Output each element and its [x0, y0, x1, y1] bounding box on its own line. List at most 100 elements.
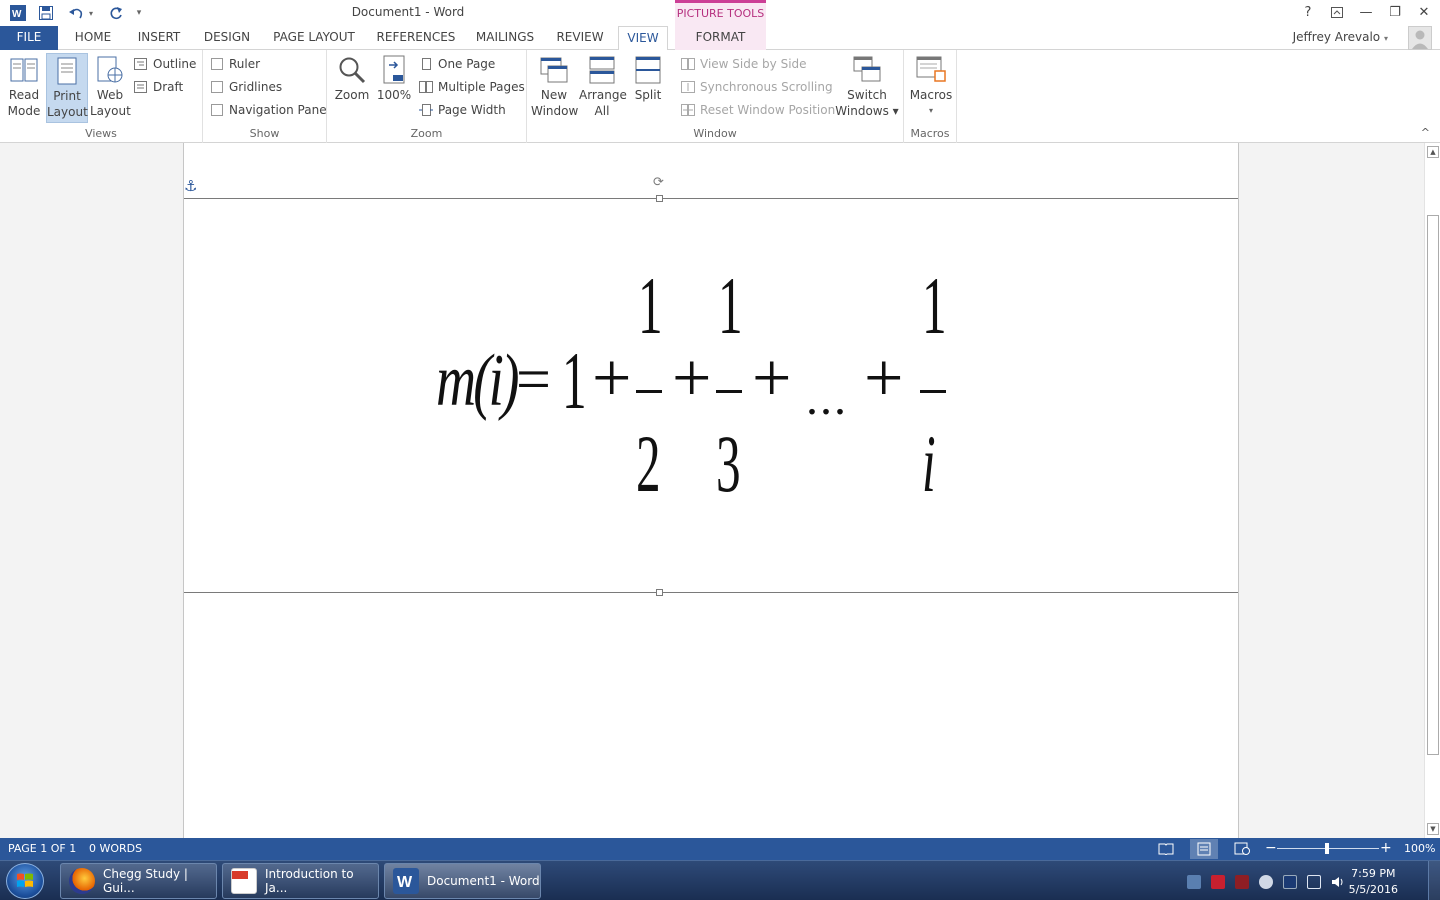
- document-page[interactable]: ⚓ ⟳ m(i) = 1 + 1 2 + 1 3 + ... + 1 i: [183, 143, 1239, 838]
- read-mode-view-icon[interactable]: [1158, 842, 1174, 858]
- formula-denominator-2: 3: [716, 418, 741, 509]
- display-tray-icon[interactable]: [1307, 875, 1321, 889]
- security-tray-icon[interactable]: [1211, 875, 1225, 889]
- view-side-by-side-icon: [681, 58, 695, 70]
- anchor-icon[interactable]: ⚓: [184, 177, 197, 195]
- gridlines-checkbox[interactable]: Gridlines: [211, 77, 282, 97]
- web-layout-button[interactable]: Web Layout: [90, 53, 131, 125]
- macros-button[interactable]: Macros ▾: [908, 53, 954, 125]
- ruler-checkbox[interactable]: Ruler: [211, 54, 260, 74]
- tab-design[interactable]: DESIGN: [198, 26, 256, 50]
- restore-button[interactable]: ❐: [1381, 2, 1409, 22]
- tab-review[interactable]: REVIEW: [550, 26, 610, 50]
- volume-tray-icon[interactable]: [1331, 875, 1345, 889]
- rotate-handle-icon[interactable]: ⟳: [653, 175, 664, 190]
- vertical-scrollbar[interactable]: ▲ ▼: [1424, 143, 1440, 838]
- show-group: Ruler Gridlines Navigation Pane Show: [203, 50, 327, 143]
- arrange-all-icon: [589, 56, 615, 84]
- zoom-level[interactable]: 100%: [1404, 842, 1435, 855]
- taskbar-item-pdf[interactable]: Introduction to Ja...: [222, 863, 379, 899]
- print-layout-button[interactable]: Print Layout: [46, 53, 88, 123]
- tab-home[interactable]: HOME: [66, 26, 120, 50]
- tab-page-layout[interactable]: PAGE LAYOUT: [266, 26, 362, 50]
- read-mode-button[interactable]: Read Mode: [4, 53, 44, 125]
- switch-windows-button[interactable]: Switch Windows ▾: [835, 53, 899, 125]
- new-window-button[interactable]: New Window: [531, 53, 579, 125]
- print-layout-label-1: Print: [53, 89, 81, 103]
- arrange-all-button[interactable]: Arrange All: [579, 53, 627, 125]
- macros-icon: [916, 56, 946, 82]
- tab-references[interactable]: REFERENCES: [372, 26, 460, 50]
- switch-windows-label-2: Windows ▾: [835, 104, 899, 118]
- zoom-slider-thumb[interactable]: [1325, 843, 1329, 854]
- ruler-checkbox-box: [211, 58, 223, 70]
- synchronous-scrolling-button[interactable]: Synchronous Scrolling: [681, 77, 833, 97]
- tab-file[interactable]: FILE: [0, 26, 58, 50]
- print-layout-icon: [57, 57, 77, 85]
- title-bar: W ▾ ▾ Document1 - Word PICTURE TOOLS ? —…: [0, 0, 1440, 49]
- zoom-100-button[interactable]: 100%: [375, 53, 413, 109]
- outline-button[interactable]: Outline: [134, 54, 196, 74]
- show-group-label: Show: [249, 127, 280, 140]
- navigation-pane-checkbox[interactable]: Navigation Pane: [211, 100, 327, 120]
- multiple-pages-label: Multiple Pages: [438, 80, 525, 94]
- reset-window-position-button[interactable]: Reset Window Position: [681, 100, 835, 120]
- new-window-icon: [540, 57, 568, 83]
- tab-insert[interactable]: INSERT: [130, 26, 188, 50]
- app-tray-icon[interactable]: [1235, 875, 1249, 889]
- split-button[interactable]: Split: [627, 53, 669, 109]
- formula-one: 1: [562, 335, 587, 426]
- scroll-thumb[interactable]: [1427, 215, 1439, 755]
- tab-mailings[interactable]: MAILINGS: [470, 26, 540, 50]
- ribbon-display-options-button[interactable]: [1323, 2, 1351, 22]
- formula-plus-4: +: [864, 340, 904, 417]
- zoom-out-button[interactable]: −: [1265, 840, 1277, 856]
- zoom-in-button[interactable]: +: [1380, 840, 1392, 856]
- page-width-button[interactable]: Page Width: [419, 100, 506, 120]
- page-count-status[interactable]: PAGE 1 OF 1: [8, 842, 76, 855]
- formula-ellipsis: ...: [806, 372, 848, 425]
- system-clock[interactable]: 7:59 PM 5/5/2016: [1349, 866, 1398, 898]
- print-layout-view-icon[interactable]: [1190, 839, 1218, 859]
- clock-date: 5/5/2016: [1348, 883, 1398, 896]
- formula-denominator-1: 2: [636, 418, 661, 509]
- scroll-up-icon[interactable]: ▲: [1427, 146, 1439, 158]
- avatar[interactable]: [1408, 26, 1432, 50]
- macros-dropdown-icon: ▾: [928, 106, 933, 115]
- multiple-pages-button[interactable]: Multiple Pages: [419, 77, 525, 97]
- document-area[interactable]: ⚓ ⟳ m(i) = 1 + 1 2 + 1 3 + ... + 1 i: [0, 143, 1424, 838]
- draft-button[interactable]: Draft: [134, 77, 183, 97]
- show-desktop-button[interactable]: [1428, 861, 1440, 900]
- tab-format[interactable]: FORMAT: [675, 26, 766, 50]
- help-button[interactable]: ?: [1294, 2, 1322, 22]
- split-label: Split: [634, 88, 662, 102]
- new-window-label-2: Window: [531, 104, 579, 118]
- collapse-ribbon-button[interactable]: ^: [1421, 126, 1430, 139]
- taskbar-item-firefox[interactable]: Chegg Study | Gui...: [60, 863, 217, 899]
- windows-logo-icon: [17, 873, 33, 887]
- arrange-all-label-2: All: [594, 104, 610, 118]
- window-group: New Window Arrange All Split View Side b…: [527, 50, 904, 143]
- selected-picture[interactable]: ⟳ m(i) = 1 + 1 2 + 1 3 + ... + 1 i: [184, 175, 1238, 596]
- taskbar-item-word[interactable]: W Document1 - Word: [384, 863, 541, 899]
- draft-label: Draft: [153, 80, 184, 94]
- formula-denominator-3: i: [922, 418, 936, 509]
- word-count-status[interactable]: 0 WORDS: [89, 842, 142, 855]
- ms-tray-icon[interactable]: [1283, 875, 1297, 889]
- tab-view[interactable]: VIEW: [618, 26, 668, 51]
- cloud-tray-icon[interactable]: [1259, 875, 1273, 889]
- view-side-by-side-button[interactable]: View Side by Side: [681, 54, 807, 74]
- zoom-button[interactable]: Zoom: [331, 53, 373, 109]
- svg-text:W: W: [397, 874, 413, 891]
- close-button[interactable]: ✕: [1410, 2, 1438, 22]
- formula-numerator-1: 1: [638, 260, 663, 351]
- start-button[interactable]: [6, 863, 44, 899]
- one-page-button[interactable]: One Page: [419, 54, 495, 74]
- user-account-name[interactable]: Jeffrey Arevalo ▾: [1293, 30, 1388, 44]
- read-mode-label-1: Read: [8, 88, 40, 102]
- clock-time: 7:59 PM: [1351, 867, 1396, 880]
- network-tray-icon[interactable]: [1187, 875, 1201, 889]
- minimize-button[interactable]: —: [1352, 2, 1380, 22]
- scroll-down-icon[interactable]: ▼: [1427, 823, 1439, 835]
- web-layout-view-icon[interactable]: [1234, 842, 1250, 858]
